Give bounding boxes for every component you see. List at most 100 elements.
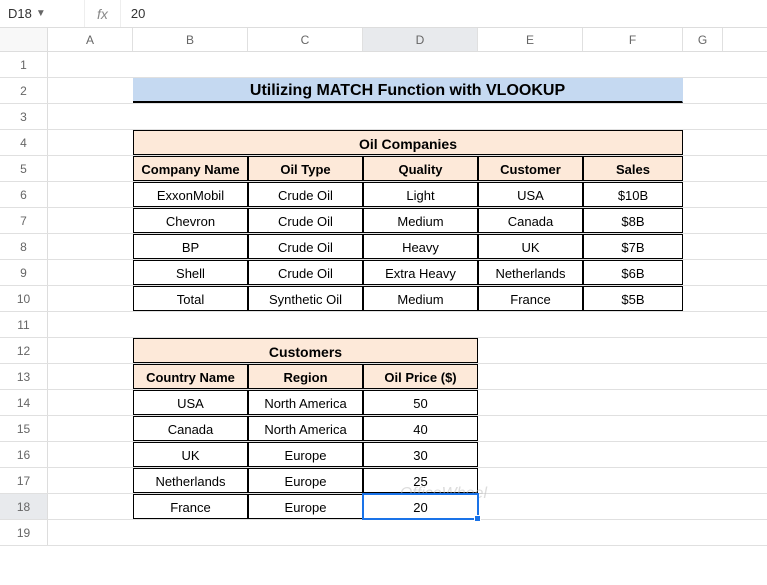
cell[interactable] [583,52,683,77]
cell[interactable] [48,468,133,493]
cell[interactable] [478,390,583,415]
col-header-d[interactable]: D [363,28,478,51]
row-header[interactable]: 13 [0,364,48,389]
row-header[interactable]: 15 [0,416,48,441]
cell[interactable] [48,208,133,233]
cell[interactable] [363,520,478,545]
cell[interactable] [48,182,133,207]
row-header[interactable]: 9 [0,260,48,285]
cell[interactable] [478,520,583,545]
cell[interactable]: France [478,286,583,311]
cell[interactable]: $7B [583,234,683,259]
cell[interactable] [48,494,133,519]
cell[interactable] [683,416,723,441]
cell[interactable] [683,156,723,181]
cell[interactable] [683,208,723,233]
table2-col-header[interactable]: Region [248,364,363,389]
cell[interactable] [48,286,133,311]
cell[interactable] [478,468,583,493]
cell[interactable] [48,260,133,285]
cell[interactable]: $6B [583,260,683,285]
cell[interactable] [133,312,248,337]
row-header[interactable]: 6 [0,182,48,207]
col-header-b[interactable]: B [133,28,248,51]
cell[interactable]: USA [133,390,248,415]
cell[interactable]: North America [248,416,363,441]
cell[interactable] [583,416,683,441]
col-header-g[interactable]: G [683,28,723,51]
cell[interactable]: Heavy [363,234,478,259]
cell[interactable] [683,78,723,103]
row-header[interactable]: 18 [0,494,48,519]
cell[interactable] [48,520,133,545]
cell[interactable]: Light [363,182,478,207]
cell[interactable] [478,104,583,129]
cell[interactable]: Canada [478,208,583,233]
formula-input[interactable] [121,0,767,27]
cell[interactable]: Synthetic Oil [248,286,363,311]
row-header[interactable]: 11 [0,312,48,337]
table1-col-header[interactable]: Oil Type [248,156,363,181]
cell[interactable] [683,520,723,545]
cell[interactable] [478,442,583,467]
table1-header[interactable]: Oil Companies [133,130,683,155]
cell[interactable]: Chevron [133,208,248,233]
cell[interactable] [48,390,133,415]
cell[interactable] [683,312,723,337]
cell[interactable] [683,390,723,415]
cell[interactable]: Crude Oil [248,234,363,259]
cell[interactable] [248,312,363,337]
cell[interactable]: Canada [133,416,248,441]
cell[interactable] [583,104,683,129]
cell[interactable] [248,520,363,545]
table2-col-header[interactable]: Country Name [133,364,248,389]
cell[interactable] [133,104,248,129]
cell[interactable] [48,52,133,77]
cell[interactable] [683,468,723,493]
cell[interactable]: Europe [248,442,363,467]
cell[interactable] [683,130,723,155]
cell[interactable]: Extra Heavy [363,260,478,285]
cell[interactable]: Medium [363,286,478,311]
cell[interactable] [478,364,583,389]
cell[interactable] [583,390,683,415]
cell[interactable]: Medium [363,208,478,233]
cell[interactable] [683,494,723,519]
cell[interactable]: Europe [248,468,363,493]
table1-col-header[interactable]: Company Name [133,156,248,181]
cell[interactable]: $10B [583,182,683,207]
cell[interactable] [478,52,583,77]
cell[interactable] [48,104,133,129]
cell[interactable] [48,234,133,259]
table1-col-header[interactable]: Customer [478,156,583,181]
cell[interactable] [478,312,583,337]
cell[interactable]: $5B [583,286,683,311]
row-header[interactable]: 16 [0,442,48,467]
cell[interactable] [48,416,133,441]
fx-icon[interactable]: fx [85,0,121,27]
cell[interactable] [363,104,478,129]
cell[interactable]: 25 [363,468,478,493]
cell[interactable] [133,52,248,77]
cell[interactable]: North America [248,390,363,415]
cell[interactable]: Total [133,286,248,311]
row-header[interactable]: 5 [0,156,48,181]
row-header[interactable]: 17 [0,468,48,493]
cell[interactable] [683,182,723,207]
cell[interactable]: 50 [363,390,478,415]
cell[interactable] [248,104,363,129]
cell[interactable] [48,312,133,337]
cell[interactable]: Europe [248,494,363,519]
cell[interactable]: Crude Oil [248,260,363,285]
chevron-down-icon[interactable]: ▼ [36,8,46,19]
cell[interactable] [683,234,723,259]
cell[interactable] [48,78,133,103]
cell[interactable] [48,130,133,155]
cell[interactable] [478,494,583,519]
cell[interactable] [478,416,583,441]
cell[interactable] [48,442,133,467]
col-header-a[interactable]: A [48,28,133,51]
cell[interactable]: UK [478,234,583,259]
table2-col-header[interactable]: Oil Price ($) [363,364,478,389]
table1-col-header[interactable]: Quality [363,156,478,181]
